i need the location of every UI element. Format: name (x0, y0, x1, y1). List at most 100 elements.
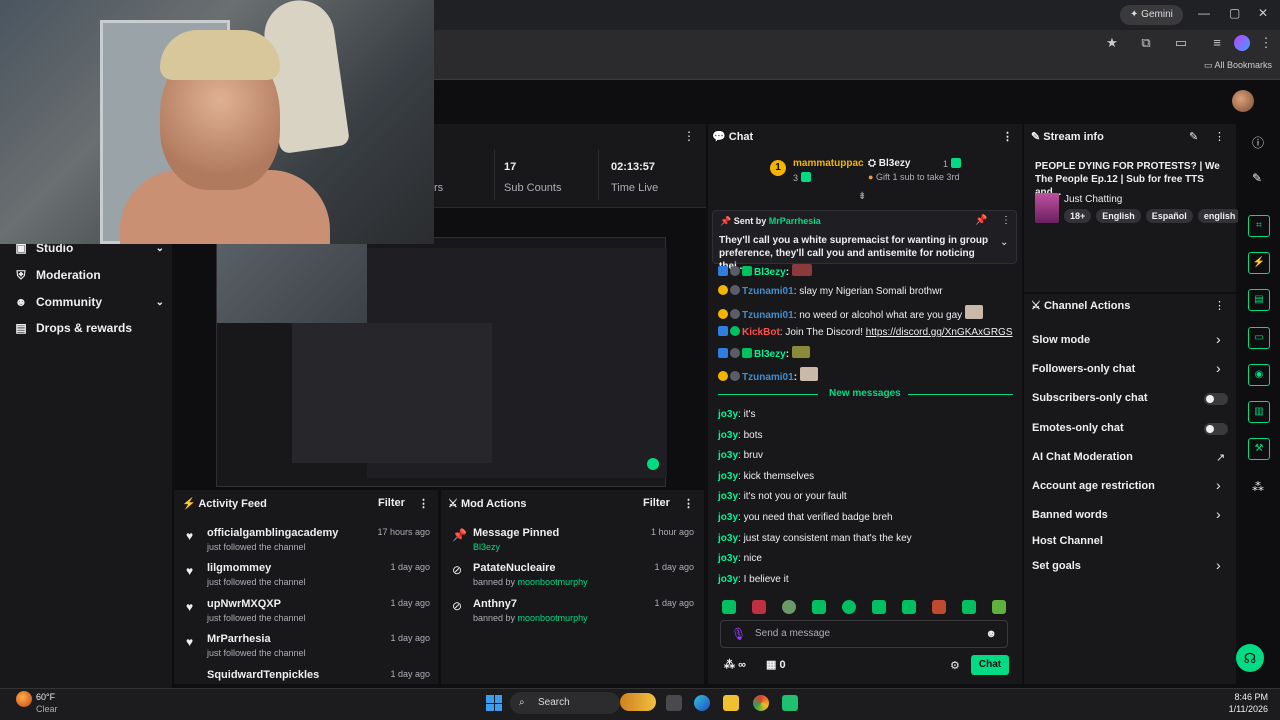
extensions-icon[interactable]: ⧉ (1138, 35, 1154, 51)
slow-mode-item[interactable]: Slow mode (1032, 334, 1090, 346)
maximize-icon[interactable]: ▢ (1229, 6, 1240, 20)
emote-icon[interactable] (932, 600, 946, 614)
tag[interactable]: English (1096, 209, 1141, 223)
sidebar-item-moderation[interactable]: ⛨ Moderation (14, 265, 164, 285)
chevron-right-icon[interactable]: › (1216, 360, 1221, 376)
chat-username[interactable]: jo3y (718, 430, 738, 441)
help-button[interactable]: ☊ (1236, 644, 1264, 672)
sidebar-item-drops[interactable]: ▤ Drops & rewards (14, 318, 164, 338)
edit-icon[interactable]: ✎ (1189, 130, 1198, 143)
chat-username[interactable]: jo3y (718, 450, 738, 461)
chat-username[interactable]: jo3y (718, 574, 738, 585)
cast-icon[interactable]: ▭ (1173, 35, 1189, 51)
chat-message[interactable]: Tzunami01: no weed or alcohol what are y… (718, 305, 985, 321)
list-item[interactable]: 📌 Message Pinned Bl3ezy 1 hour ago (452, 527, 694, 557)
chat-message[interactable]: KickBot: Join The Discord! https://disco… (718, 326, 1013, 338)
external-link-icon[interactable]: ↗ (1216, 451, 1225, 464)
account-age-item[interactable]: Account age restriction (1032, 480, 1155, 492)
chat-message[interactable]: jo3y: you need that verified badge breh (718, 512, 893, 523)
weather-temp[interactable]: 60°F (36, 692, 55, 702)
tag[interactable]: english (1197, 209, 1242, 223)
gemini-button[interactable]: ✦ Gemini (1120, 5, 1183, 25)
file-explorer-icon[interactable] (723, 695, 739, 711)
edge-icon[interactable] (694, 695, 710, 711)
all-bookmarks[interactable]: ▭ All Bookmarks (1204, 60, 1272, 71)
share-icon[interactable]: ⁂ (1252, 480, 1264, 494)
chevron-right-icon[interactable]: › (1216, 557, 1221, 573)
emote-icon[interactable] (752, 600, 766, 614)
list-item[interactable]: ⊘ PatateNucleaire banned by moonbootmurp… (452, 562, 694, 592)
chat-username[interactable]: Tzunami01 (742, 286, 794, 297)
discord-link[interactable]: https://discord.gg/XnGKAxGRGS (866, 327, 1013, 338)
category-name[interactable]: Just Chatting (1064, 194, 1122, 205)
taskbar-time[interactable]: 8:46 PM (1210, 692, 1268, 702)
profile-icon[interactable] (1234, 35, 1250, 51)
chat-message[interactable]: Bl3ezy: (718, 264, 814, 278)
chat-message[interactable]: jo3y: kick themselves (718, 471, 814, 482)
rail-button-tools[interactable]: ⚒ (1248, 438, 1270, 460)
info-icon[interactable]: ⓘ (1252, 134, 1264, 151)
leaderboard-leader[interactable]: mammatuppac (793, 158, 864, 169)
rail-button-chat[interactable]: ▭ (1248, 327, 1270, 349)
chat-username[interactable]: jo3y (718, 553, 738, 564)
chat-message[interactable]: jo3y: nice (718, 553, 762, 564)
mod-filter-button[interactable]: Filter (643, 497, 670, 509)
host-channel-item[interactable]: Host Channel (1032, 535, 1103, 547)
weather-icon[interactable] (16, 691, 32, 707)
more-icon[interactable]: ⋮ (1214, 299, 1225, 312)
stream-preview-video[interactable] (216, 237, 667, 487)
more-icon[interactable]: ⋮ (1214, 130, 1225, 143)
emote-icon[interactable] (992, 600, 1006, 614)
emote-icon[interactable] (722, 600, 736, 614)
list-item[interactable]: ♥ lilgmommey just followed the channel 1… (186, 562, 430, 594)
emotes-only-item[interactable]: Emotes-only chat (1032, 422, 1124, 434)
search-highlight-icon[interactable] (620, 693, 656, 711)
chat-username[interactable]: Bl3ezy (754, 267, 786, 278)
chat-send-button[interactable]: Chat (971, 655, 1009, 675)
emote-icon[interactable] (872, 600, 886, 614)
chat-message[interactable]: Bl3ezy: (718, 346, 812, 360)
chat-username[interactable]: jo3y (718, 471, 738, 482)
rail-button-clip[interactable]: ⌗ (1248, 215, 1270, 237)
chat-username[interactable]: KickBot (742, 327, 780, 338)
category-thumbnail[interactable] (1035, 193, 1059, 223)
tag[interactable]: 18+ (1064, 209, 1092, 223)
leaderboard-gifter[interactable]: ⛭ Bl3ezy (868, 158, 910, 169)
tag[interactable]: Español (1145, 209, 1193, 223)
avatar[interactable] (1232, 90, 1254, 112)
emote-icon[interactable] (962, 600, 976, 614)
chat-username[interactable]: Bl3ezy (754, 349, 786, 360)
banned-words-item[interactable]: Banned words (1032, 509, 1108, 521)
emote-icon[interactable] (812, 600, 826, 614)
chevron-right-icon[interactable]: › (1216, 506, 1221, 522)
rail-button-bolt[interactable]: ⚡ (1248, 252, 1270, 274)
subscribers-only-toggle[interactable] (1204, 393, 1228, 405)
taskbar-date[interactable]: 1/11/2026 (1210, 704, 1268, 714)
chat-message[interactable]: Tzunami01: slay my Nigerian Somali broth… (718, 285, 943, 297)
sidebar-item-community[interactable]: ☻ Community ⌄ (14, 292, 164, 312)
chat-message[interactable]: jo3y: bots (718, 430, 762, 441)
rail-button-doc[interactable]: ▤ (1248, 289, 1270, 311)
chat-input[interactable]: 🎙 Send a message ☻ (720, 620, 1008, 648)
ai-moderation-item[interactable]: AI Chat Moderation (1032, 451, 1133, 463)
media-icon[interactable]: ≡ (1209, 35, 1225, 51)
rail-button-broadcast[interactable]: ◉ (1248, 364, 1270, 386)
more-icon[interactable]: ⋮ (1001, 215, 1011, 226)
pinned-message[interactable]: 📌 Sent by MrParrhesia They'll call you a… (712, 210, 1017, 272)
gear-icon[interactable]: ⚙ (950, 659, 960, 672)
rail-button-layout[interactable]: ▥ (1248, 401, 1270, 423)
task-view-icon[interactable] (666, 695, 682, 711)
followers-only-item[interactable]: Followers-only chat (1032, 363, 1135, 375)
emote-icon[interactable] (902, 600, 916, 614)
chat-username[interactable]: jo3y (718, 491, 738, 502)
list-item[interactable]: ♥ upNwrMXQXP just followed the channel 1… (186, 598, 430, 630)
emote-icon[interactable] (782, 600, 796, 614)
chrome-icon[interactable] (753, 695, 769, 711)
chat-username[interactable]: Tzunami01 (742, 372, 794, 383)
more-icon[interactable]: ⋮ (418, 497, 429, 510)
microphone-icon[interactable]: 🎙 (731, 621, 746, 647)
chat-message[interactable]: jo3y: just stay consistent man that's th… (718, 533, 912, 544)
list-item[interactable]: ⊘ Anthny7 banned by moonbootmurphy 1 day… (452, 598, 694, 628)
emoji-icon[interactable]: ☻ (985, 621, 997, 647)
chat-message[interactable]: Tzunami01: (718, 367, 820, 383)
